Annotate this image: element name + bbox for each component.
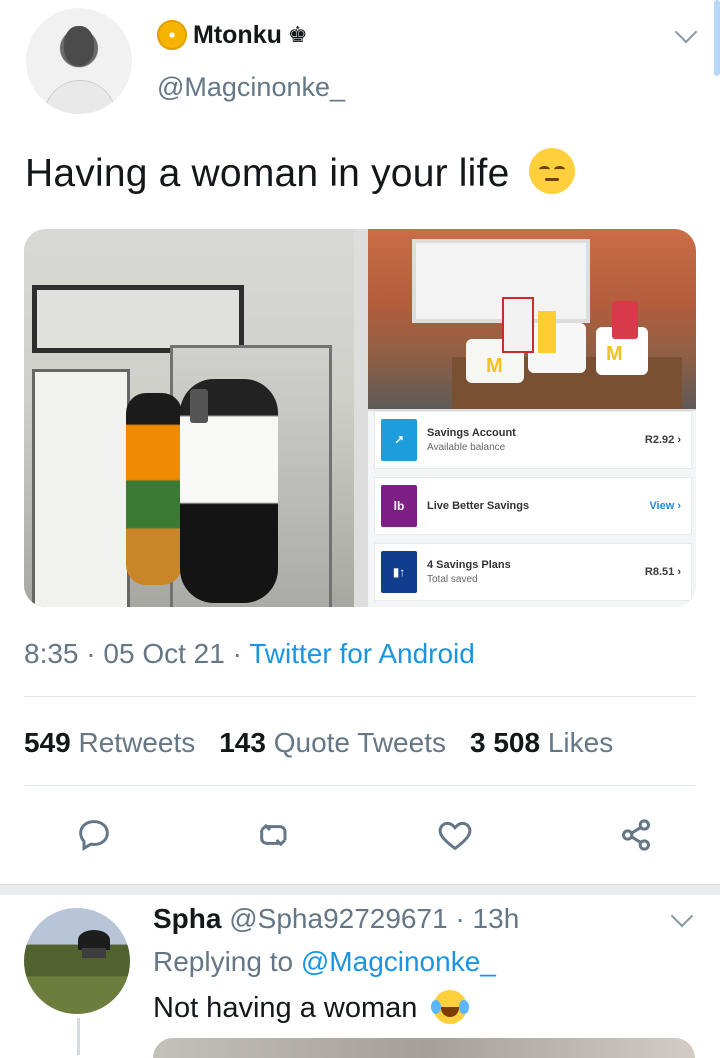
tweet-source-link[interactable]: Twitter for Android <box>249 638 475 669</box>
reply-time-separator: · <box>455 903 473 934</box>
disc-icon <box>157 20 187 50</box>
savings-plans-icon: ▮↑ <box>381 551 417 593</box>
bank-screenshot[interactable]: ↗ Savings Account Available balance R2.9… <box>368 411 696 607</box>
pensive-face-emoji <box>528 148 575 194</box>
bank-row-title: Savings Account <box>427 427 516 439</box>
share-icon[interactable] <box>612 815 660 855</box>
divider <box>24 785 696 786</box>
tweet-text: Having a woman in your life <box>25 148 575 196</box>
bank-row-savings-plans: ▮↑ 4 Savings Plans Total saved R8.51 › <box>374 543 692 601</box>
author-handle[interactable]: @Magcinonke_ <box>157 72 345 103</box>
reply-time: 13h <box>472 903 520 934</box>
like-icon[interactable] <box>431 815 479 855</box>
bank-row-value: R8.51 › <box>644 566 681 578</box>
divider <box>24 696 696 697</box>
bank-row-live-better-savings: lb Live Better Savings View › <box>374 477 692 535</box>
reply-text: Not having a woman <box>153 990 470 1025</box>
thread-line <box>77 1018 80 1055</box>
replying-to-line: Replying to @Magcinonke_ <box>153 946 496 978</box>
live-better-icon: lb <box>381 485 417 527</box>
tweet-date: 05 Oct 21 <box>103 638 225 669</box>
reply-handle[interactable]: @Spha92729671 <box>229 903 447 934</box>
scrollbar[interactable] <box>714 0 720 76</box>
tweet-media-grid[interactable]: M M ↗ Savings Account Available balance … <box>24 229 696 607</box>
bank-row-view-link: View › <box>649 500 681 512</box>
face-with-tears-of-joy-emoji <box>431 990 470 1024</box>
likes-stat[interactable]: 3 508 Likes <box>470 727 613 759</box>
replying-to-label: Replying to <box>153 946 294 977</box>
meta-separator: · <box>86 638 104 669</box>
tweet-stats: 549 Retweets 143 Quote Tweets 3 508 Like… <box>24 727 613 759</box>
tweet-time: 8:35 <box>24 638 79 669</box>
food-box-logo: M <box>606 343 623 365</box>
reply-more-options-chevron-icon[interactable] <box>670 904 694 928</box>
retweets-stat[interactable]: 549 Retweets <box>24 727 195 759</box>
food-photo[interactable]: M M <box>368 229 696 409</box>
reply-display-name[interactable]: Spha <box>153 903 221 934</box>
bank-row-savings-account: ↗ Savings Account Available balance R2.9… <box>374 411 692 469</box>
reply-author-avatar[interactable] <box>24 908 130 1014</box>
tweet-meta: 8:35 · 05 Oct 21 · Twitter for Android <box>24 638 475 670</box>
bank-row-title: Live Better Savings <box>427 500 530 512</box>
crown-icon: ♚ <box>287 22 308 47</box>
savings-account-icon: ↗ <box>381 419 417 461</box>
reply-icon[interactable] <box>70 815 118 855</box>
meta-separator: · <box>232 638 250 669</box>
more-options-chevron-icon[interactable] <box>674 20 698 44</box>
food-box-logo: M <box>486 355 503 377</box>
reply-media-preview[interactable] <box>153 1038 695 1058</box>
couple-photo[interactable] <box>24 229 354 607</box>
reply-header: Spha @Spha92729671 · 13h <box>153 903 519 935</box>
bank-row-subtitle: Total saved <box>427 574 478 585</box>
author-display-name[interactable]: Mtonku <box>193 21 282 50</box>
bank-row-value: R2.92 › <box>644 434 681 446</box>
author-name-row[interactable]: Mtonku ♚ <box>157 20 308 50</box>
quote-tweets-stat[interactable]: 143 Quote Tweets <box>219 727 446 759</box>
timeline-separator <box>0 884 720 895</box>
bank-row-title: 4 Savings Plans <box>427 559 511 571</box>
retweet-icon[interactable] <box>251 815 299 855</box>
bank-row-subtitle: Available balance <box>427 442 506 453</box>
replying-to-mention[interactable]: @Magcinonke_ <box>301 946 496 977</box>
tweet-actions <box>70 815 660 855</box>
author-avatar[interactable] <box>26 8 132 114</box>
